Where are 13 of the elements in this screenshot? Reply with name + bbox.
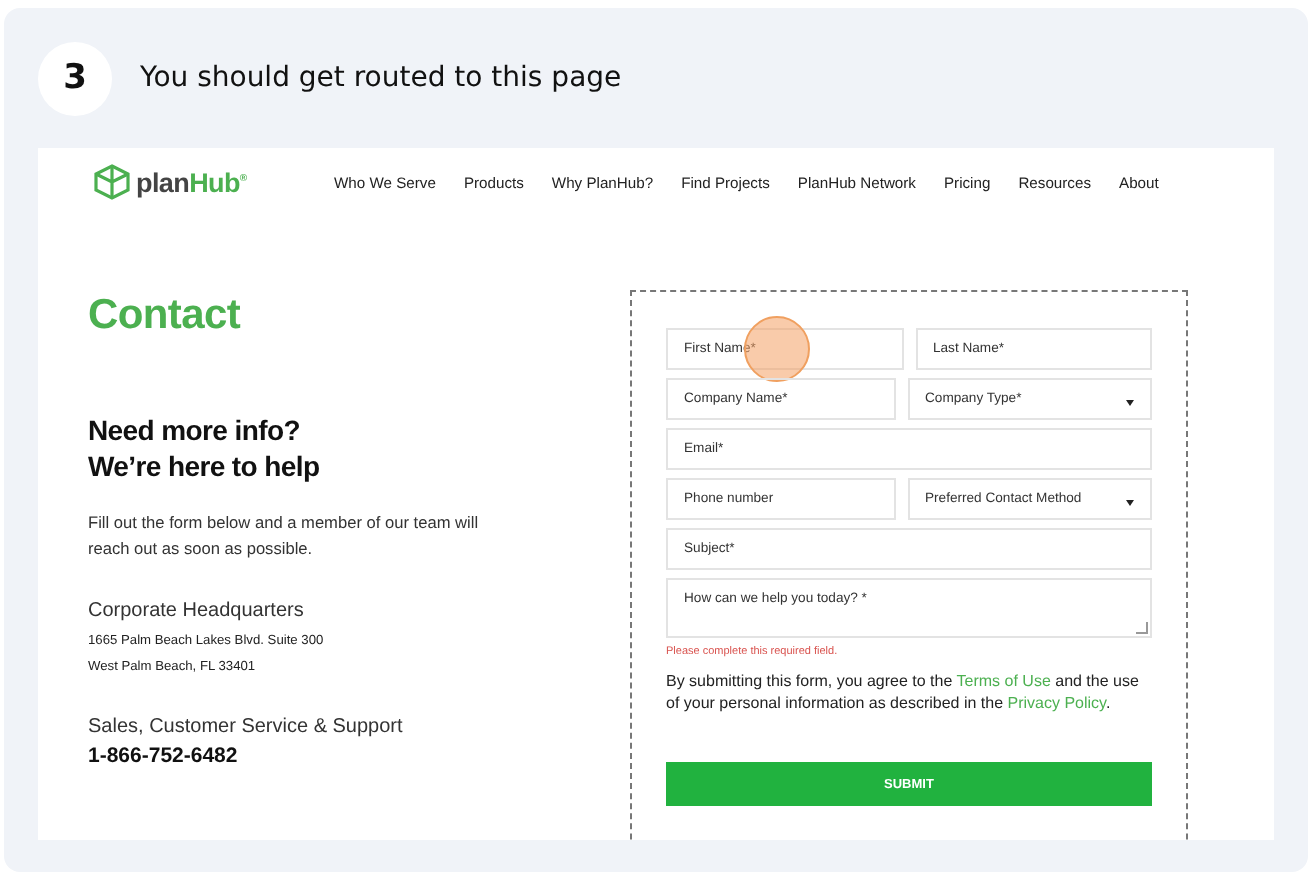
phone-number: 1-866-752-6482	[88, 744, 240, 768]
address-label: Corporate Headquarters	[88, 600, 306, 622]
page-heading: Contact	[88, 292, 243, 340]
planhub-logo[interactable]: planHub$^{®}$	[90, 162, 330, 202]
step-instruction: You should get routed to this page	[140, 62, 622, 94]
caret-icon	[1126, 399, 1134, 405]
consent-text: By submitting this form, you agree to the Terms of Use and the use of your personal information as described in the Privacy Policy.	[666, 670, 1141, 714]
caret-icon	[1126, 499, 1134, 505]
subheading: Need more info? We’re here to help	[88, 412, 322, 484]
support-label: Sales, Customer Service & Support	[88, 716, 405, 738]
intro-text: Fill out the form below and a member of our team will reach out as soon as possible.	[88, 510, 481, 562]
step-number: 3	[38, 41, 112, 115]
resize-icon	[1136, 622, 1148, 634]
